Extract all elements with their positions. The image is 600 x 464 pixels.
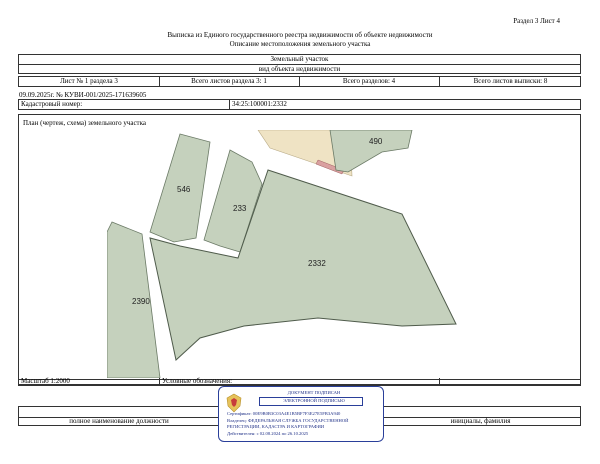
scale-legend-row: Масштаб 1:2000 Условные обозначения:: [18, 377, 581, 386]
stamp-validity: Действителен: с 02.08.2024 по 26.10.2025: [227, 431, 309, 436]
parcel-label-490: 490: [369, 137, 383, 146]
stamp-owner-line2: РЕГИСТРАЦИИ, КАДАСТРА И КАРТОГРАФИИ: [227, 424, 325, 429]
coat-of-arms-icon: [226, 393, 242, 413]
parcel-label-546: 546: [177, 185, 191, 194]
position-caption: полное наименование должности: [69, 417, 169, 425]
stamp-subtitle: ЭЛЕКТРОННОЙ ПОДПИСЬЮ: [283, 398, 345, 403]
e-signature-stamp: ДОКУМЕНТ ПОДПИСАН ЭЛЕКТРОННОЙ ПОДПИСЬЮ С…: [218, 386, 384, 442]
parcel-label-233: 233: [233, 204, 247, 213]
legend-label: Условные обозначения:: [162, 377, 233, 385]
name-caption: инициалы, фамилия: [450, 417, 511, 425]
scale-label: Масштаб 1:2000: [21, 377, 70, 385]
parcel-label-2390: 2390: [132, 297, 150, 306]
stamp-certificate: Сертификат: 00E9B0B3C03A4E1B5BF7F3E27E5F…: [227, 411, 341, 416]
parcel-label-2332: 2332: [308, 259, 326, 268]
stamp-title: ДОКУМЕНТ ПОДПИСАН: [287, 390, 341, 395]
